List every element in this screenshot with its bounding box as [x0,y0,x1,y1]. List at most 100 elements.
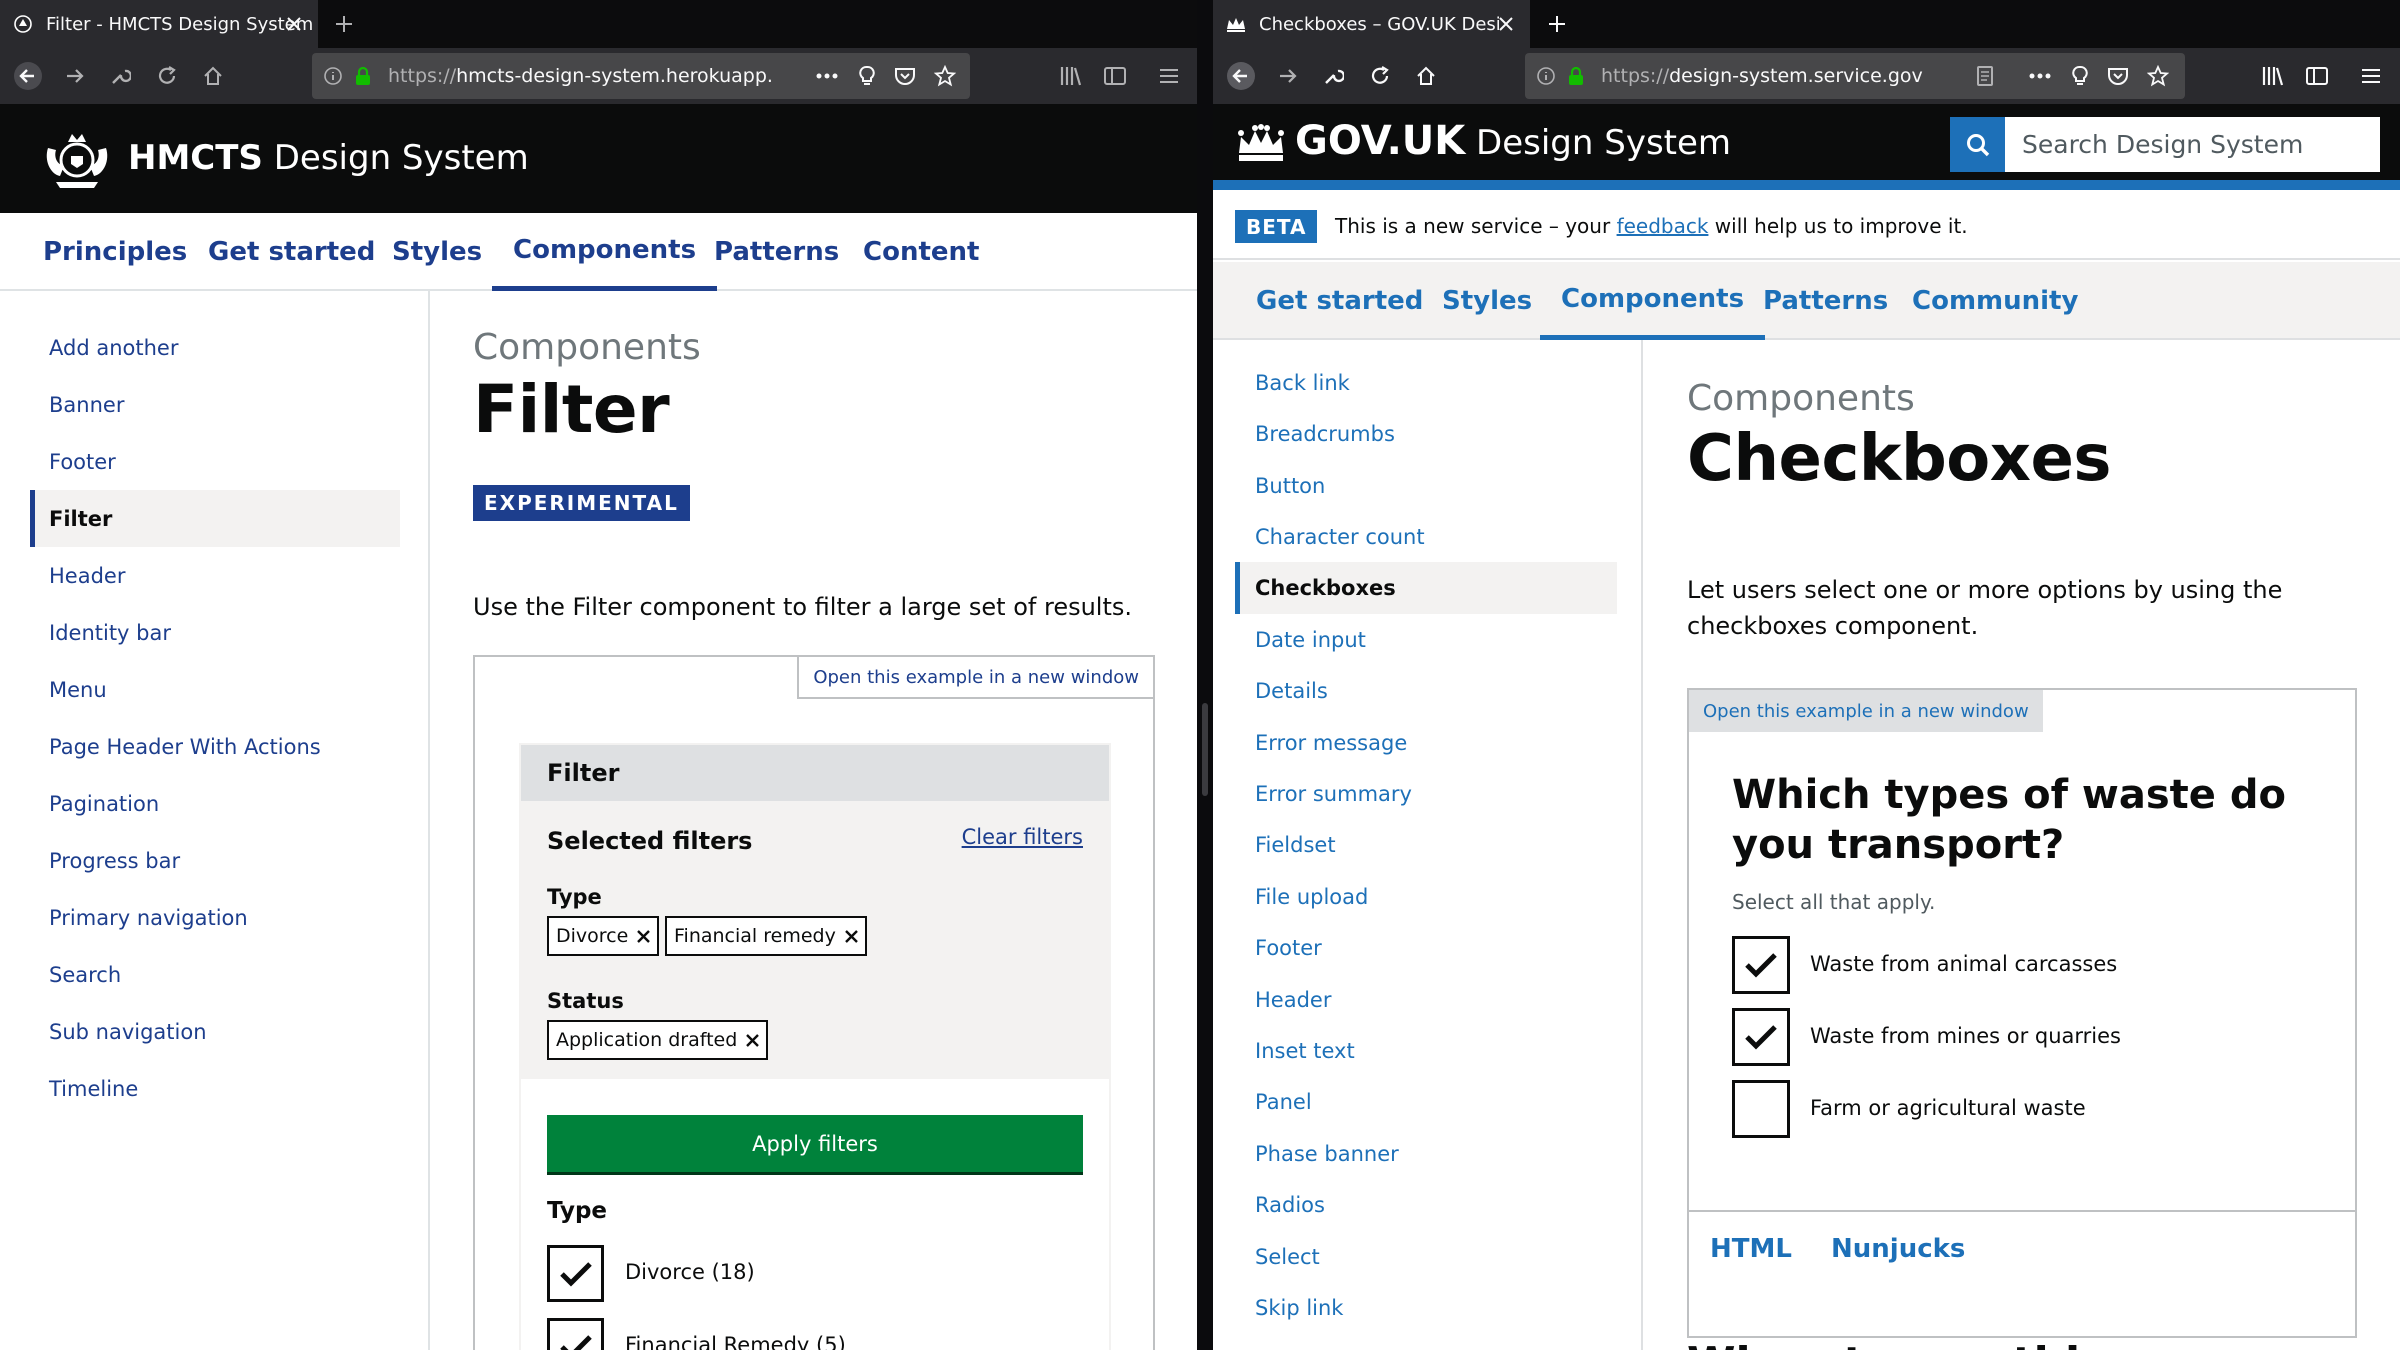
tab-nunjucks[interactable]: Nunjucks [1831,1234,1965,1264]
sidebar-item-panel[interactable]: Panel [1235,1076,1617,1128]
window-divider[interactable] [1197,0,1213,1350]
open-example-link[interactable]: Open this example in a new window [1689,690,2043,732]
sidebar-item-button[interactable]: Button [1235,460,1617,512]
reload-icon[interactable] [152,61,182,91]
checkbox-mines-quarries[interactable] [1732,1008,1790,1066]
checkbox-label-animal-carcasses[interactable]: Waste from animal carcasses [1810,952,2117,976]
sidebar-item-error-summary[interactable]: Error summary [1235,768,1617,820]
nav-community[interactable]: Community [1912,262,2078,340]
sidebar-item-character-count[interactable]: Character count [1235,511,1617,563]
sidebar-item-date-input[interactable]: Date input [1235,614,1617,666]
forward-icon[interactable] [1273,61,1303,91]
checkbox-divorce[interactable] [547,1245,604,1302]
sidebar-item-page-header-with-actions[interactable]: Page Header With Actions [30,718,400,775]
crown-logo-icon[interactable] [1235,123,1287,163]
page-actions-icon[interactable] [2025,61,2055,91]
address-bar[interactable]: https://hmcts-design-system.herokuapp. [312,53,970,99]
filter-chip-divorce[interactable]: Divorce [547,916,660,956]
sidebar-item-back-link[interactable]: Back link [1235,357,1617,409]
checkbox-label-farm-waste[interactable]: Farm or agricultural waste [1810,1096,2086,1120]
sidebar-item-filter[interactable]: Filter [30,490,400,547]
nav-components[interactable]: Components [492,213,718,291]
nav-styles[interactable]: Styles [1442,262,1532,340]
nav-patterns[interactable]: Patterns [714,213,839,291]
new-tab-icon[interactable] [1542,9,1572,39]
nav-get-started[interactable]: Get started [208,213,375,291]
back-icon[interactable] [13,61,43,91]
filter-chip-application-drafted[interactable]: Application drafted [547,1020,769,1060]
checkbox-animal-carcasses[interactable] [1732,936,1790,994]
back-icon[interactable] [1226,61,1256,91]
menu-icon[interactable] [2356,61,2386,91]
page-actions-icon[interactable] [812,61,842,91]
sidebar-item-skip-link[interactable]: Skip link [1235,1282,1617,1334]
royal-crest-icon[interactable] [42,126,112,192]
reader-view-icon[interactable] [1970,61,2000,91]
nav-patterns[interactable]: Patterns [1763,262,1888,340]
address-bar[interactable]: https://design-system.service.gov [1525,53,2185,99]
sidebar-item-phase-banner[interactable]: Phase banner [1235,1128,1617,1180]
open-example-link[interactable]: Open this example in a new window [797,657,1153,699]
sidebar-item-progress-bar[interactable]: Progress bar [30,832,400,889]
search-icon[interactable] [1950,117,2005,172]
sidebar-item-primary-navigation[interactable]: Primary navigation [30,889,400,946]
nav-components[interactable]: Components [1540,262,1766,340]
checkbox-label-financial-remedy[interactable]: Financial Remedy (5) [625,1333,846,1350]
library-icon[interactable] [2258,61,2288,91]
sidebar-item-footer[interactable]: Footer [30,433,400,490]
browser-tab[interactable]: Filter - HMCTS Design System [0,0,318,48]
sidebar-item-header[interactable]: Header [1235,974,1617,1026]
sidebar-item-file-upload[interactable]: File upload [1235,871,1617,923]
filter-chip-financial-remedy[interactable]: Financial remedy [665,916,867,956]
info-icon[interactable] [318,61,348,91]
checkbox-label-divorce[interactable]: Divorce (18) [625,1260,755,1284]
sidebar-toggle-icon[interactable] [2302,61,2332,91]
bookmark-star-icon[interactable] [930,61,960,91]
search-input[interactable]: Search Design System [2005,117,2380,172]
nav-principles[interactable]: Principles [43,213,187,291]
home-icon[interactable] [1411,61,1441,91]
sidebar-item-breadcrumbs[interactable]: Breadcrumbs [1235,408,1617,460]
sidebar-toggle-icon[interactable] [1100,61,1130,91]
nav-styles[interactable]: Styles [392,213,482,291]
sidebar-item-menu[interactable]: Menu [30,661,400,718]
nav-content[interactable]: Content [863,213,979,291]
nav-get-started[interactable]: Get started [1256,262,1423,340]
apply-filters-button[interactable]: Apply filters [547,1115,1083,1172]
close-tab-icon[interactable] [282,12,306,36]
reload-icon[interactable] [1365,61,1395,91]
sidebar-item-pagination[interactable]: Pagination [30,775,400,832]
pocket-icon[interactable] [2103,61,2133,91]
sidebar-item-radios[interactable]: Radios [1235,1179,1617,1231]
pocket-icon[interactable] [890,61,920,91]
checkbox-financial-remedy[interactable] [547,1318,604,1350]
close-tab-icon[interactable] [1494,12,1518,36]
sidebar-item-search[interactable]: Search [30,946,400,1003]
info-icon[interactable] [1531,61,1561,91]
tab-html[interactable]: HTML [1710,1234,1792,1264]
sidebar-item-error-message[interactable]: Error message [1235,717,1617,769]
sidebar-item-add-another[interactable]: Add another [30,319,400,376]
site-brand[interactable]: GOV.UK Design System [1295,118,1731,164]
browser-tab[interactable]: Checkboxes – GOV.UK Design S [1213,0,1530,48]
sidebar-item-banner[interactable]: Banner [30,376,400,433]
sidebar-item-sub-navigation[interactable]: Sub navigation [30,1003,400,1060]
sidebar-item-inset-text[interactable]: Inset text [1235,1025,1617,1077]
sidebar-item-timeline[interactable]: Timeline [30,1060,400,1117]
sidebar-item-fieldset[interactable]: Fieldset [1235,819,1617,871]
bookmark-star-icon[interactable] [2143,61,2173,91]
sidebar-item-identity-bar[interactable]: Identity bar [30,604,400,661]
sidebar-item-footer[interactable]: Footer [1235,922,1617,974]
sidebar-item-header[interactable]: Header [30,547,400,604]
wrench-icon[interactable] [1318,61,1348,91]
home-icon[interactable] [198,61,228,91]
wrench-icon[interactable] [105,61,135,91]
feedback-link[interactable]: feedback [1617,214,1709,238]
lightbulb-icon[interactable] [2065,61,2095,91]
library-icon[interactable] [1056,61,1086,91]
site-brand[interactable]: HMCTS Design System [128,138,529,178]
clear-filters-link[interactable]: Clear filters [962,825,1083,849]
sidebar-item-checkboxes[interactable]: Checkboxes [1235,562,1617,614]
sidebar-item-select[interactable]: Select [1235,1231,1617,1283]
new-tab-icon[interactable] [329,9,359,39]
